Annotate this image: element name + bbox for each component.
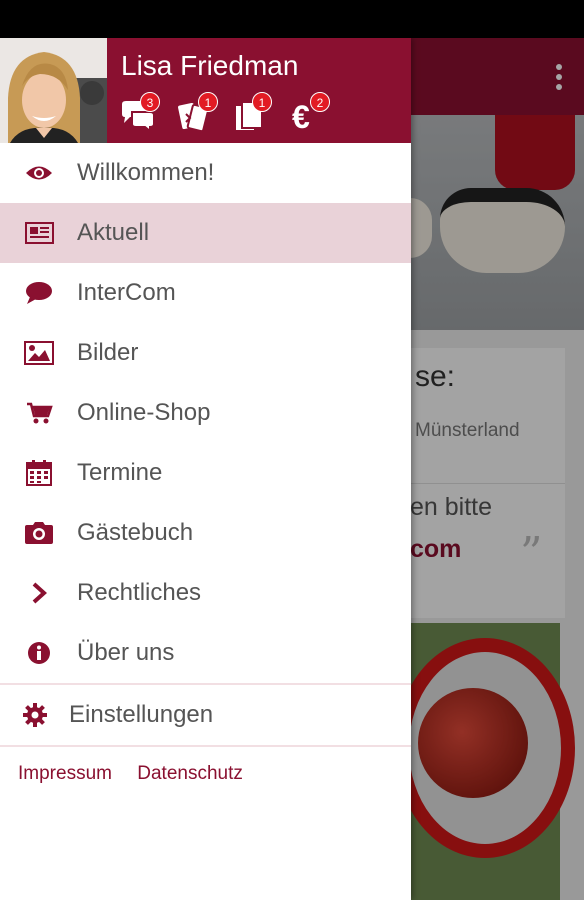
menu-item-label: Über uns: [77, 639, 175, 666]
badge-count: 3: [140, 92, 160, 112]
menu-item-label: Willkommen!: [77, 159, 215, 186]
chat-bubbles-icon[interactable]: 3: [120, 92, 164, 138]
drawer-menu: Willkommen! Aktuell InterCom Bilder Onli…: [0, 143, 411, 747]
menu-item-label: Termine: [77, 459, 163, 486]
cards-icon[interactable]: 1: [176, 92, 220, 138]
menu-item-termine[interactable]: Termine: [0, 443, 411, 503]
menu-item-label: Einstellungen: [69, 701, 214, 728]
menu-item-einstellungen[interactable]: Einstellungen: [0, 685, 411, 745]
menu-item-rechtliches[interactable]: Rechtliches: [0, 563, 411, 623]
svg-text:€: €: [292, 100, 310, 132]
euro-icon[interactable]: € 2: [290, 92, 334, 138]
footer-links: Impressum Datenschutz: [18, 763, 263, 785]
chevron-right-icon: [24, 579, 54, 607]
menu-item-intercom[interactable]: InterCom: [0, 263, 411, 323]
camera-icon: [24, 519, 54, 547]
menu-item-label: Rechtliches: [77, 579, 202, 606]
badge-count: 2: [310, 92, 330, 112]
impressum-link[interactable]: Impressum: [18, 763, 112, 784]
shopping-cart-icon: [24, 399, 54, 427]
header-icon-row: 3 1 1 € 2: [118, 92, 348, 138]
image-icon: [24, 339, 54, 367]
navigation-drawer: Lisa Friedman 3 1 1 € 2 Willkommen! Aktu…: [0, 38, 411, 900]
menu-item-ueber-uns[interactable]: Über uns: [0, 623, 411, 683]
documents-icon[interactable]: 1: [234, 92, 278, 138]
menu-item-label: Bilder: [77, 339, 139, 366]
menu-item-label: Aktuell: [77, 219, 150, 246]
menu-item-label: Gästebuch: [77, 519, 194, 546]
menu-item-bilder[interactable]: Bilder: [0, 323, 411, 383]
status-bar: [0, 0, 584, 38]
menu-item-gaestebuch[interactable]: Gästebuch: [0, 503, 411, 563]
badge-count: 1: [198, 92, 218, 112]
gear-icon: [20, 701, 50, 729]
menu-item-willkommen[interactable]: Willkommen!: [0, 143, 411, 203]
badge-count: 1: [252, 92, 272, 112]
datenschutz-link[interactable]: Datenschutz: [137, 763, 243, 784]
calendar-icon: [24, 459, 54, 487]
eye-icon: [24, 159, 54, 187]
avatar[interactable]: [0, 38, 107, 143]
menu-item-online-shop[interactable]: Online-Shop: [0, 383, 411, 443]
chat-bubble-icon: [24, 279, 54, 307]
divider: [0, 745, 411, 747]
menu-item-label: Online-Shop: [77, 399, 211, 426]
newspaper-icon: [24, 219, 54, 247]
info-icon: [24, 639, 54, 667]
drawer-header: Lisa Friedman 3 1 1 € 2: [0, 38, 411, 143]
menu-item-label: InterCom: [77, 279, 176, 306]
menu-item-aktuell[interactable]: Aktuell: [0, 203, 411, 263]
user-name[interactable]: Lisa Friedman: [121, 50, 298, 82]
